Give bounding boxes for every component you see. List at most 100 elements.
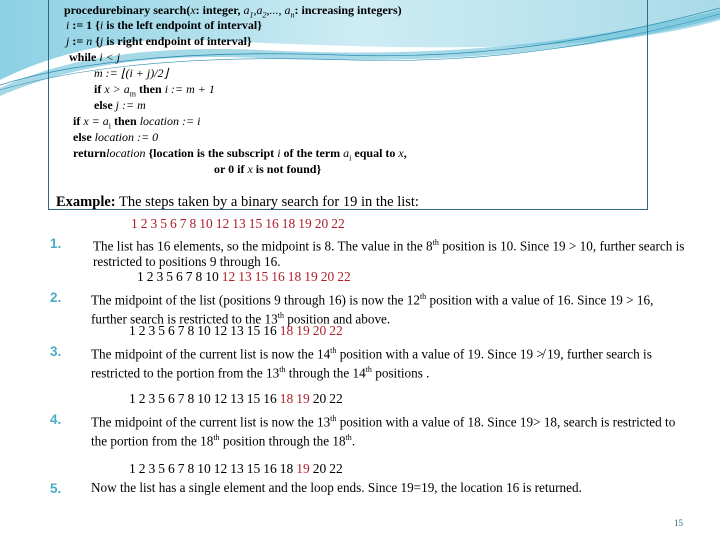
step-number: 2. — [50, 290, 62, 305]
number-list: 1 2 3 5 6 7 8 10 12 13 15 16 18 19 20 22 — [137, 269, 354, 285]
step-text-part: The midpoint of the current list is now … — [91, 414, 331, 430]
list-value: 1 — [129, 323, 136, 338]
list-value: 20 — [314, 216, 329, 231]
code-text: := 1 { — [69, 18, 100, 32]
code-text: {location is the subscript — [145, 146, 278, 160]
list-value: 20 — [312, 391, 327, 406]
example-label: Example: — [56, 194, 116, 210]
number-list: 1 2 3 5 6 7 8 10 12 13 15 16 18 19 20 22 — [129, 323, 346, 339]
list-value: 16 — [265, 216, 279, 231]
list-value: 8 — [189, 216, 197, 231]
list-value: 2 — [138, 391, 146, 406]
step-number: 1. — [50, 236, 62, 251]
step-text-part: position through the 18 — [219, 433, 346, 449]
list-value: 15 — [246, 461, 261, 476]
list-value: 22 — [329, 461, 343, 476]
list-value: 6 — [168, 391, 175, 406]
list-value: 22 — [331, 216, 345, 231]
list-value: 7 — [179, 216, 187, 231]
list-value: 6 — [176, 269, 183, 284]
code-text: equal to — [351, 146, 399, 160]
keyword: while — [69, 50, 97, 64]
list-value: 7 — [177, 461, 185, 476]
list-value: 19 — [298, 216, 312, 231]
code-text: { — [92, 34, 100, 48]
list-value: 1 — [131, 216, 138, 231]
list-value: 12 — [213, 323, 228, 338]
step-text-part: The midpoint of the current list is now … — [91, 346, 331, 362]
list-value: 2 — [138, 461, 146, 476]
code-line-else-location: else location := 0 — [73, 130, 158, 145]
list-value: 10 — [197, 391, 211, 406]
list-value: 19 — [296, 323, 310, 338]
list-value: 8 — [187, 461, 195, 476]
list-value: 6 — [168, 323, 175, 338]
list-value: 7 — [177, 391, 185, 406]
code-line-init-j: j := n {j is right endpoint of interval} — [66, 34, 252, 49]
list-value: 1 — [129, 391, 136, 406]
list-value: 3 — [156, 269, 164, 284]
keyword: return — [73, 146, 107, 160]
code-text: , — [403, 146, 407, 160]
code-line-midpoint: m := ⌊(i + j)/2⌋ — [94, 66, 168, 81]
list-value: 20 — [312, 461, 327, 476]
code-line-init-i: i := 1 {i is the left endpoint of interv… — [66, 18, 262, 33]
list-value: 5 — [158, 323, 165, 338]
keyword: then — [111, 114, 137, 128]
code-text: location := 0 — [91, 130, 159, 144]
code-text: location := i — [136, 114, 201, 128]
list-value: 16 — [263, 391, 277, 406]
step-text-part: Now the list has a single element and th… — [91, 480, 582, 495]
list-value: 15 — [248, 216, 263, 231]
list-value: 15 — [254, 269, 269, 284]
list-value: 2 — [146, 269, 154, 284]
list-value: 13 — [230, 323, 244, 338]
list-value: 8 — [187, 323, 195, 338]
list-value: 16 — [271, 269, 285, 284]
list-value: 5 — [160, 216, 167, 231]
number-list: 1 2 3 5 6 7 8 10 12 13 15 16 18 19 20 22 — [131, 216, 348, 232]
list-value: 19 — [296, 461, 310, 476]
code-text: x = a — [80, 114, 109, 128]
code-var: a1,a2,..., an — [243, 3, 295, 20]
list-value: 3 — [148, 323, 156, 338]
page-number: 15 — [674, 518, 683, 528]
code-text: is right endpoint of interval} — [103, 34, 252, 48]
number-list: 1 2 3 5 6 7 8 10 12 13 15 16 18 19 20 22 — [129, 461, 346, 477]
list-value: 10 — [199, 216, 213, 231]
list-value: 5 — [158, 391, 165, 406]
code-line-else-j: else j := m — [94, 98, 146, 113]
list-value: 13 — [238, 269, 252, 284]
list-value: 20 — [320, 269, 335, 284]
code-text: of the term — [280, 146, 344, 160]
list-value: 3 — [148, 391, 156, 406]
keyword: else — [94, 98, 113, 112]
code-text: : integer, — [195, 3, 244, 17]
code-var: location — [106, 146, 146, 160]
list-value: 7 — [177, 323, 185, 338]
code-text: := — [69, 34, 87, 48]
list-value: 18 — [279, 461, 294, 476]
list-value: 3 — [150, 216, 158, 231]
code-text: i := m + 1 — [161, 82, 215, 96]
list-value: 15 — [246, 323, 261, 338]
step-text-part: The midpoint of the list (positions 9 th… — [91, 292, 420, 308]
step-number: 3. — [50, 344, 62, 359]
keyword: then — [136, 82, 162, 96]
number-list: 1 2 3 5 6 7 8 10 12 13 15 16 18 19 20 22 — [129, 391, 346, 407]
list-value: 12 — [213, 391, 228, 406]
list-value: 12 — [215, 216, 230, 231]
list-value: 22 — [329, 323, 343, 338]
code-text: m := ⌊(i + j)/2⌋ — [94, 66, 169, 80]
code-text: x > a — [101, 82, 130, 96]
list-value: 10 — [197, 323, 211, 338]
step-text-part: The list has 16 elements, so the midpoin… — [93, 238, 433, 254]
step-text-part: through the 14 — [285, 365, 366, 381]
list-value: 13 — [232, 216, 246, 231]
code-sub: 2 — [262, 10, 267, 20]
list-value: 5 — [158, 461, 165, 476]
list-value: 15 — [246, 391, 261, 406]
list-value: 12 — [213, 461, 228, 476]
list-value: 8 — [195, 269, 203, 284]
list-value: 20 — [312, 323, 327, 338]
